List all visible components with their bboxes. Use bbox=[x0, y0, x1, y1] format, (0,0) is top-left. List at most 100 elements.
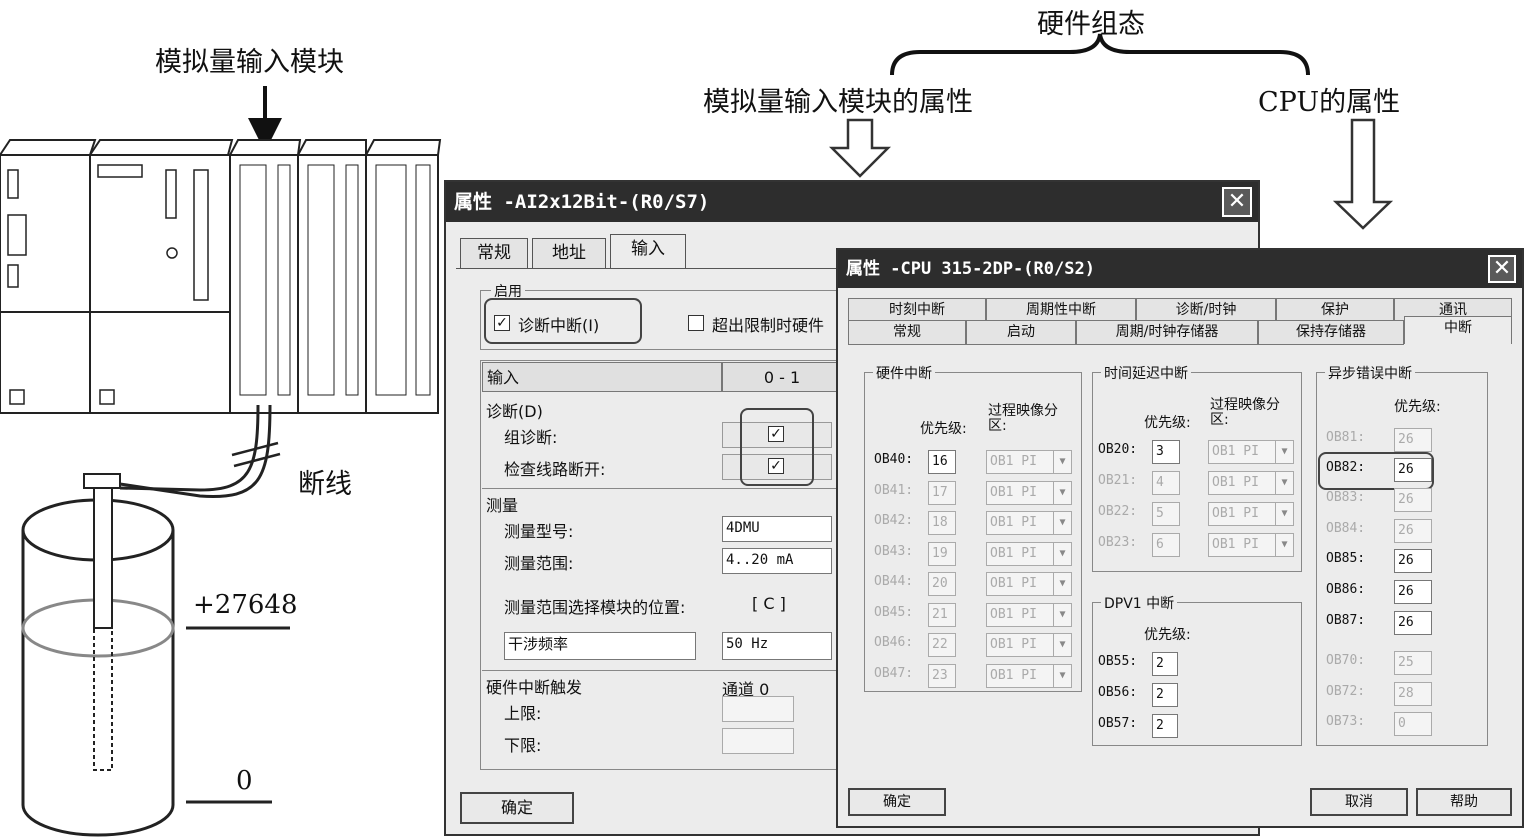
ob-label: OB72: bbox=[1326, 684, 1366, 699]
tab-cpu-general[interactable]: 常规 bbox=[848, 320, 966, 344]
tab-diag-clock[interactable]: 诊断/时钟 bbox=[1136, 298, 1276, 320]
ai-ok-button[interactable]: 确定 bbox=[460, 792, 574, 824]
priority-field[interactable]: 6 bbox=[1152, 533, 1180, 557]
dropdown-arrow-icon[interactable]: ▼ bbox=[1053, 451, 1071, 473]
ob-label: OB47: bbox=[874, 665, 914, 681]
dropdown-arrow-icon[interactable]: ▼ bbox=[1275, 534, 1293, 556]
dropdown-arrow-icon[interactable]: ▼ bbox=[1053, 603, 1071, 626]
priority-field[interactable]: 4 bbox=[1152, 471, 1180, 495]
priority-field[interactable]: 19 bbox=[928, 541, 956, 566]
priority-field[interactable]: 28 bbox=[1394, 682, 1432, 706]
range-module-label: 测量范围选择模块的位置: bbox=[504, 598, 686, 617]
process-image-select[interactable]: OB1 PI ▼ bbox=[986, 663, 1072, 688]
priority-field[interactable]: 2 bbox=[1152, 652, 1178, 676]
dpv1-priority-header: 优先级: bbox=[1144, 627, 1191, 643]
hollow-arrow-cpu bbox=[1332, 118, 1394, 230]
ob-label: OB82: bbox=[1326, 460, 1366, 475]
interference-field[interactable]: 50 Hz bbox=[722, 632, 832, 660]
dropdown-arrow-icon[interactable]: ▼ bbox=[1275, 503, 1293, 525]
tab-interrupts[interactable]: 中断 bbox=[1404, 316, 1512, 344]
channel-header: 0 - 1 bbox=[722, 362, 842, 392]
priority-field[interactable]: 26 bbox=[1394, 611, 1432, 635]
priority-field[interactable]: 22 bbox=[928, 633, 956, 657]
measure-type-label: 测量型号: bbox=[504, 522, 574, 541]
cpu-help-button[interactable]: 帮助 bbox=[1416, 788, 1512, 816]
dropdown-arrow-icon[interactable]: ▼ bbox=[1053, 542, 1071, 565]
process-image-select[interactable]: OB1 PI ▼ bbox=[986, 541, 1072, 566]
dropdown-arrow-icon[interactable]: ▼ bbox=[1053, 634, 1071, 656]
ob-label: OB23: bbox=[1098, 535, 1138, 550]
ob-label: OB73: bbox=[1326, 714, 1366, 729]
priority-field[interactable]: 2 bbox=[1152, 714, 1178, 738]
dropdown-arrow-icon[interactable]: ▼ bbox=[1275, 472, 1293, 494]
upper-limit-label: 上限: bbox=[504, 704, 542, 723]
tab-input[interactable]: 输入 bbox=[610, 234, 686, 268]
group-diag-checkbox[interactable]: ✓ bbox=[768, 426, 784, 442]
brace bbox=[890, 33, 1310, 76]
tab-retentive[interactable]: 保持存储器 bbox=[1258, 320, 1404, 344]
priority-field[interactable]: 26 bbox=[1394, 428, 1432, 452]
cpu-cancel-button[interactable]: 取消 bbox=[1310, 788, 1408, 816]
dropdown-arrow-icon[interactable]: ▼ bbox=[1053, 573, 1071, 595]
ai-close-icon[interactable]: ✕ bbox=[1222, 187, 1252, 217]
priority-field[interactable]: 3 bbox=[1152, 440, 1180, 464]
tab-address[interactable]: 地址 bbox=[532, 238, 606, 268]
process-image-select[interactable]: OB1 PI ▼ bbox=[986, 602, 1072, 627]
measure-range-field[interactable]: 4..20 mA bbox=[722, 548, 832, 574]
priority-field[interactable]: 26 bbox=[1394, 519, 1432, 543]
process-image-select[interactable]: OB1 PI ▼ bbox=[986, 572, 1072, 596]
ob-label: OB21: bbox=[1098, 473, 1138, 488]
over-limit-checkbox[interactable] bbox=[688, 315, 704, 331]
process-image-select[interactable]: OB1 PI ▼ bbox=[1208, 471, 1294, 495]
priority-field[interactable]: 18 bbox=[928, 511, 956, 535]
ob-label: OB83: bbox=[1326, 490, 1366, 505]
priority-field[interactable]: 26 bbox=[1394, 488, 1432, 512]
measure-type-field[interactable]: 4DMU bbox=[722, 516, 832, 542]
diag-interrupt-checkbox[interactable]: ✓ bbox=[494, 315, 510, 331]
priority-field[interactable]: 17 bbox=[928, 480, 956, 505]
priority-field[interactable]: 26 bbox=[1394, 580, 1432, 604]
priority-field[interactable]: 21 bbox=[928, 602, 956, 627]
async-group-label: 异步错误中断 bbox=[1325, 363, 1415, 383]
lower-limit-field[interactable] bbox=[722, 728, 794, 754]
process-image-select[interactable]: OB1 PI ▼ bbox=[986, 511, 1072, 535]
tab-general[interactable]: 常规 bbox=[460, 238, 528, 268]
dropdown-arrow-icon[interactable]: ▼ bbox=[1275, 441, 1293, 463]
dropdown-arrow-icon[interactable]: ▼ bbox=[1053, 481, 1071, 504]
process-image-select[interactable]: OB1 PI ▼ bbox=[1208, 502, 1294, 526]
priority-field[interactable]: 20 bbox=[928, 572, 956, 596]
hollow-arrow-ai bbox=[828, 118, 892, 178]
priority-field[interactable]: 26 bbox=[1394, 458, 1432, 482]
async-priority-header: 优先级: bbox=[1394, 399, 1441, 415]
hw-group-label: 硬件中断 bbox=[873, 363, 935, 383]
ob-label: OB44: bbox=[874, 574, 914, 589]
tab-cycle-memory[interactable]: 周期/时钟存储器 bbox=[1076, 320, 1258, 344]
priority-field[interactable]: 16 bbox=[928, 450, 956, 474]
cpu-close-icon[interactable]: ✕ bbox=[1488, 255, 1516, 283]
cpu-ok-button[interactable]: 确定 bbox=[848, 788, 946, 816]
priority-field[interactable]: 2 bbox=[1152, 683, 1178, 707]
ob-label: OB57: bbox=[1098, 716, 1138, 731]
ob-label: OB43: bbox=[874, 543, 914, 559]
dropdown-arrow-icon[interactable]: ▼ bbox=[1053, 664, 1071, 687]
tab-startup[interactable]: 启动 bbox=[966, 320, 1076, 344]
priority-field[interactable]: 5 bbox=[1152, 502, 1180, 526]
upper-limit-field[interactable] bbox=[722, 696, 794, 722]
cpu-dialog-title: 属性 -CPU 315-2DP-(R0/S2) bbox=[846, 259, 1095, 279]
process-image-select[interactable]: OB1 PI ▼ bbox=[986, 480, 1072, 505]
priority-field[interactable]: 25 bbox=[1394, 651, 1432, 675]
tab-protection[interactable]: 保护 bbox=[1276, 298, 1394, 320]
process-image-select[interactable]: OB1 PI ▼ bbox=[986, 633, 1072, 657]
process-image-select[interactable]: OB1 PI ▼ bbox=[1208, 440, 1294, 464]
process-image-select[interactable]: OB1 PI ▼ bbox=[986, 450, 1072, 474]
ob-label: OB84: bbox=[1326, 521, 1366, 536]
process-image-select[interactable]: OB1 PI ▼ bbox=[1208, 533, 1294, 557]
wire-check-checkbox[interactable]: ✓ bbox=[768, 458, 784, 474]
priority-field[interactable]: 0 bbox=[1394, 712, 1432, 736]
tab-cyclic-interrupt[interactable]: 周期性中断 bbox=[986, 298, 1136, 320]
ob-label: OB46: bbox=[874, 635, 914, 650]
dropdown-arrow-icon[interactable]: ▼ bbox=[1053, 512, 1071, 534]
tab-tod-interrupt[interactable]: 时刻中断 bbox=[848, 298, 986, 320]
priority-field[interactable]: 26 bbox=[1394, 549, 1432, 573]
priority-field[interactable]: 23 bbox=[928, 663, 956, 688]
